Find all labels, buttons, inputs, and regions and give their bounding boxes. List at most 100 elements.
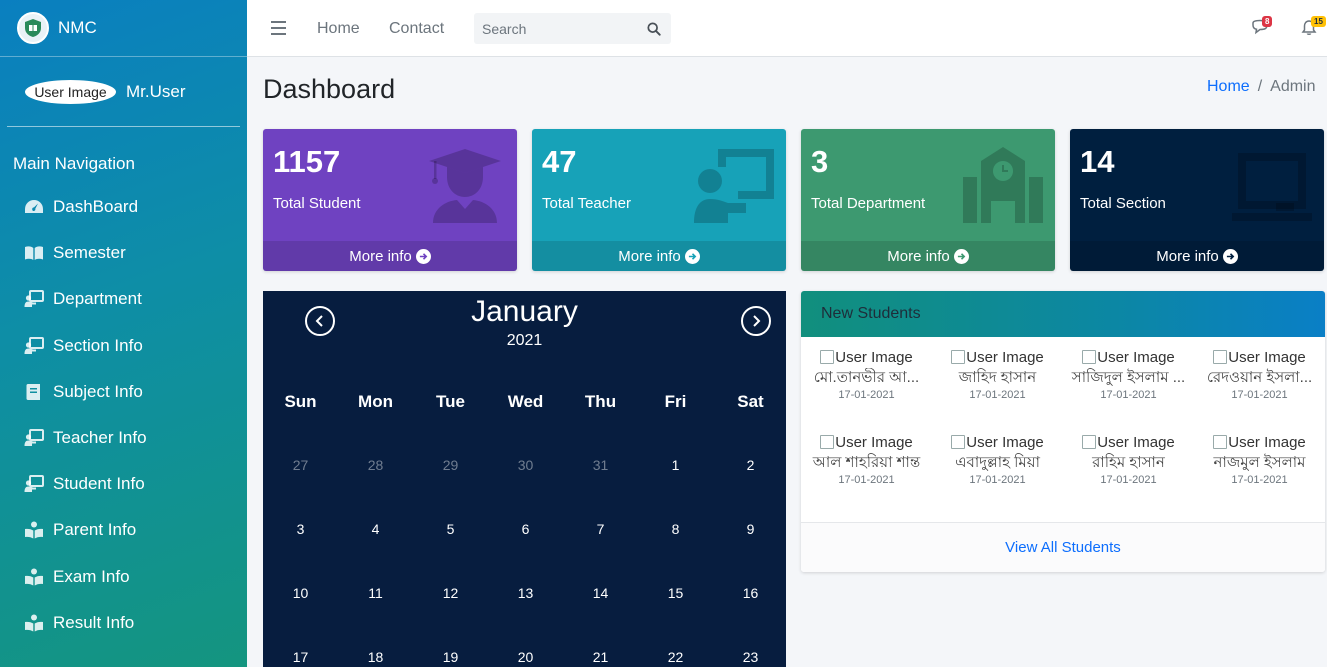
- calendar-day[interactable]: 21: [563, 649, 638, 665]
- sidebar-item-section-info[interactable]: Section Info: [0, 323, 247, 369]
- student-name[interactable]: রেদওয়ান ইসলা...: [1194, 368, 1325, 388]
- sidebar-item-teacher-info[interactable]: Teacher Info: [0, 415, 247, 461]
- sidebar-item-parent-info[interactable]: Parent Info: [0, 507, 247, 553]
- search-icon[interactable]: [639, 13, 669, 44]
- calendar-day[interactable]: 14: [563, 585, 638, 601]
- sidebar: NMC User Image Mr.User Main Navigation D…: [0, 0, 247, 667]
- broken-image-icon: [820, 350, 835, 364]
- menu-toggle-icon[interactable]: [271, 21, 286, 35]
- search-input[interactable]: [474, 20, 639, 37]
- more-info-label: More info: [618, 247, 681, 265]
- calendar-day[interactable]: 10: [263, 585, 338, 601]
- image-alt-text: User Image: [966, 433, 1044, 451]
- search-bar: [474, 13, 671, 44]
- calendar-day[interactable]: 23: [713, 649, 786, 665]
- calendar-day[interactable]: 17: [263, 649, 338, 665]
- student-name[interactable]: সাজিদুল ইসলাম ...: [1063, 368, 1194, 388]
- user-name[interactable]: Mr.User: [126, 82, 186, 102]
- broken-image-icon: [951, 435, 966, 449]
- stat-box-total-teacher: 47 Total Teacher More info: [532, 129, 786, 271]
- student-item[interactable]: User Image এবাদুল্লাহ মিয়া 17-01-2021: [932, 432, 1063, 486]
- view-all-students-link[interactable]: View All Students: [801, 522, 1325, 572]
- breadcrumb-current: Admin: [1270, 78, 1316, 95]
- weekday-label: Mon: [358, 392, 393, 411]
- sidebar-item-exam-info[interactable]: Exam Info: [0, 554, 247, 600]
- student-name[interactable]: আল শাহরিয়া শান্ত: [801, 453, 932, 473]
- calendar-day[interactable]: 20: [488, 649, 563, 665]
- calendar-next-button[interactable]: [741, 306, 771, 336]
- student-name[interactable]: নাজমুল ইসলাম: [1194, 453, 1325, 473]
- calendar-day[interactable]: 12: [413, 585, 488, 601]
- sidebar-item-student-info[interactable]: Student Info: [0, 461, 247, 507]
- notifications-icon[interactable]: 15: [1300, 16, 1326, 39]
- breadcrumb-home[interactable]: Home: [1207, 78, 1250, 96]
- student-name[interactable]: মো.তানভীর আ...: [801, 368, 932, 388]
- student-item[interactable]: User Image রেদওয়ান ইসলা... 17-01-2021: [1194, 347, 1325, 402]
- calendar-day-prev-month[interactable]: 28: [338, 457, 413, 473]
- student-item[interactable]: User Image আল শাহরিয়া শান্ত 17-01-2021: [801, 432, 932, 487]
- calendar-day[interactable]: 1: [638, 457, 713, 473]
- more-info-link[interactable]: More info: [801, 241, 1055, 271]
- calendar-day[interactable]: 4: [338, 521, 413, 537]
- calendar-day[interactable]: 16: [713, 585, 786, 601]
- calendar-day[interactable]: 8: [638, 521, 713, 537]
- nav-link-home[interactable]: Home: [317, 20, 360, 38]
- calendar-day[interactable]: 6: [488, 521, 563, 537]
- student-name[interactable]: এবাদুল্লাহ মিয়া: [932, 453, 1063, 473]
- calendar-day-prev-month[interactable]: 30: [488, 457, 563, 473]
- more-info-link[interactable]: More info: [532, 241, 786, 271]
- sidebar-item-semester[interactable]: Semester: [0, 230, 247, 276]
- image-alt-text: User Image: [1228, 348, 1306, 366]
- sidebar-item-department[interactable]: Department: [0, 276, 247, 322]
- student-avatar: User Image: [801, 432, 932, 452]
- student-item[interactable]: User Image জাহিদ হাসান 17-01-2021: [932, 347, 1063, 401]
- student-item[interactable]: User Image নাজমুল ইসলাম 17-01-2021: [1194, 432, 1325, 486]
- graduate-icon: [425, 147, 505, 223]
- image-alt-text: User Image: [1097, 433, 1175, 451]
- college-crest-logo: [17, 12, 49, 44]
- student-name[interactable]: জাহিদ হাসান: [932, 368, 1063, 388]
- stat-label: Total Student: [273, 195, 361, 212]
- nav-link-contact[interactable]: Contact: [389, 20, 444, 38]
- sidebar-item-result-info[interactable]: Result Info: [0, 600, 247, 646]
- student-date: 17-01-2021: [1100, 389, 1157, 401]
- sidebar-item-dashboard[interactable]: DashBoard: [0, 184, 247, 230]
- calendar-day[interactable]: 7: [563, 521, 638, 537]
- student-item[interactable]: User Image সাজিদুল ইসলাম ... 17-01-2021: [1063, 347, 1194, 402]
- calendar-day[interactable]: 19: [413, 649, 488, 665]
- stat-value: 3: [811, 144, 829, 179]
- book-reader-icon: [23, 613, 45, 633]
- sidebar-item-label: Student Info: [53, 474, 145, 494]
- student-item[interactable]: User Image মো.তানভীর আ... 17-01-2021: [801, 347, 932, 402]
- stat-box-total-student: 1157 Total Student More info: [263, 129, 517, 271]
- weekday-label: Sat: [737, 392, 764, 411]
- more-info-link[interactable]: More info: [1070, 241, 1324, 271]
- weekday-label: Fri: [664, 392, 687, 411]
- user-panel[interactable]: User Image Mr.User: [7, 57, 240, 127]
- calendar-day[interactable]: 22: [638, 649, 713, 665]
- student-avatar: User Image: [801, 347, 932, 367]
- calendar-day[interactable]: 9: [713, 521, 786, 537]
- calendar-day[interactable]: 3: [263, 521, 338, 537]
- student-date: 17-01-2021: [1231, 474, 1288, 486]
- calendar-day[interactable]: 13: [488, 585, 563, 601]
- student-name[interactable]: রাহিম হাসান: [1063, 453, 1194, 473]
- calendar-day[interactable]: 15: [638, 585, 713, 601]
- student-date: 17-01-2021: [1100, 474, 1157, 486]
- calendar-day[interactable]: 11: [338, 585, 413, 601]
- calendar-day-prev-month[interactable]: 29: [413, 457, 488, 473]
- student-item[interactable]: User Image রাহিম হাসান 17-01-2021: [1063, 432, 1194, 486]
- calendar-day[interactable]: 5: [413, 521, 488, 537]
- calendar-year: 2021: [506, 332, 543, 349]
- more-info-link[interactable]: More info: [263, 241, 517, 271]
- brand[interactable]: NMC: [0, 0, 247, 57]
- calendar-day[interactable]: 2: [713, 457, 786, 473]
- sidebar-item-subject-info[interactable]: Subject Info: [0, 369, 247, 415]
- calendar-day[interactable]: 18: [338, 649, 413, 665]
- calendar-day-prev-month[interactable]: 27: [263, 457, 338, 473]
- messages-badge: 8: [1262, 16, 1273, 27]
- calendar-day-prev-month[interactable]: 31: [563, 457, 638, 473]
- chalkboard-teacher-icon: [23, 336, 45, 356]
- messages-icon[interactable]: 8: [1251, 16, 1273, 39]
- weekday-label: Wed: [507, 392, 544, 411]
